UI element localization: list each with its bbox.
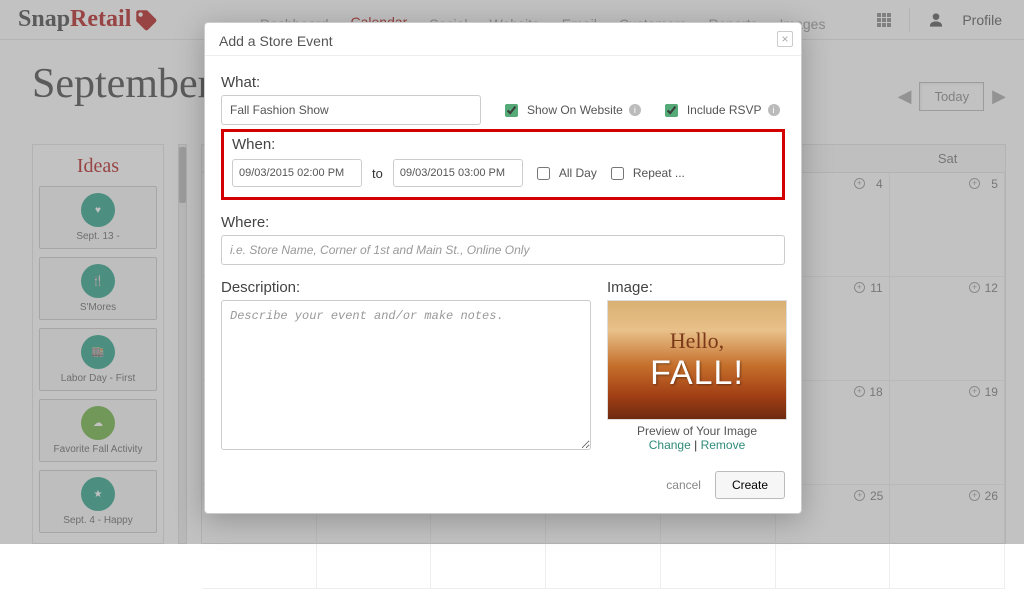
what-label: What: [221,74,785,91]
when-highlight-box: When: to All Day Repeat ... [221,129,785,200]
where-input[interactable] [221,235,785,265]
all-day-checkbox[interactable]: All Day [533,164,597,183]
modal-header: Add a Store Event × [205,23,801,56]
show-on-website-checkbox[interactable]: Show On Website i [501,101,641,120]
image-fall-text: FALL! [650,354,744,393]
link-separator: | [691,438,701,452]
include-rsvp-input[interactable] [665,104,678,117]
to-label: to [372,166,383,181]
when-row: to All Day Repeat ... [232,159,774,187]
when-label: When: [232,136,774,153]
remove-image-link[interactable]: Remove [701,438,746,452]
modal-title: Add a Store Event [219,33,333,49]
image-col: Image: Hello, FALL! Preview of Your Imag… [607,279,787,453]
description-textarea[interactable] [221,300,591,450]
end-datetime-input[interactable] [393,159,523,187]
repeat-label: Repeat ... [633,166,685,180]
modal-body: What: Show On Website i Include RSVP i Whe… [205,56,801,513]
description-col: Description: [221,279,591,453]
show-on-website-input[interactable] [505,104,518,117]
show-on-website-label: Show On Website [527,103,623,117]
event-name-input[interactable] [221,95,481,125]
image-preview[interactable]: Hello, FALL! [607,300,787,420]
image-caption: Preview of Your Image [607,424,787,438]
info-icon[interactable]: i [768,104,780,116]
change-image-link[interactable]: Change [649,438,691,452]
what-row: Show On Website i Include RSVP i [221,95,785,125]
all-day-label: All Day [559,166,597,180]
repeat-input[interactable] [611,167,624,180]
image-links: Change | Remove [607,438,787,452]
start-datetime-input[interactable] [232,159,362,187]
desc-image-row: Description: Image: Hello, FALL! Preview… [221,279,785,453]
close-icon[interactable]: × [777,31,793,47]
add-event-modal: Add a Store Event × What: Show On Websit… [204,22,802,514]
repeat-checkbox[interactable]: Repeat ... [607,164,685,183]
info-icon[interactable]: i [629,104,641,116]
image-preview-text: Hello, FALL! [608,301,786,419]
cancel-button[interactable]: cancel [666,478,701,492]
image-hello-text: Hello, [670,328,724,354]
where-label: Where: [221,214,785,231]
modal-footer: cancel Create [221,471,785,499]
all-day-input[interactable] [537,167,550,180]
include-rsvp-label: Include RSVP [687,103,762,117]
create-button[interactable]: Create [715,471,785,499]
image-label: Image: [607,279,787,296]
description-label: Description: [221,279,591,296]
include-rsvp-checkbox[interactable]: Include RSVP i [661,101,780,120]
